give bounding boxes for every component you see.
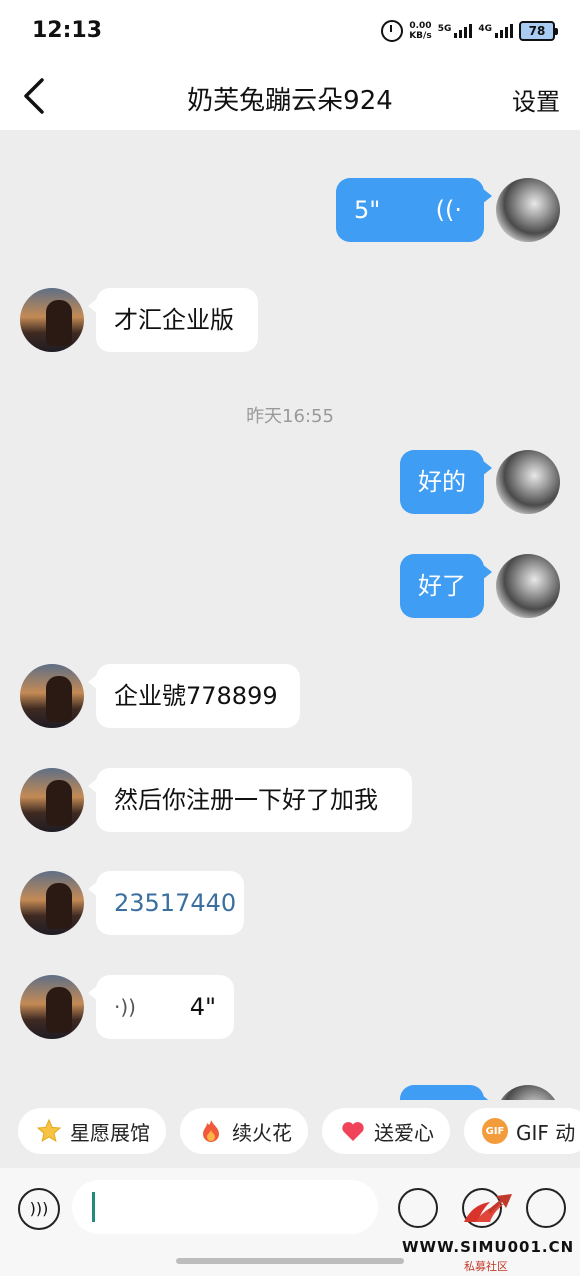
heart-icon (340, 1118, 366, 1144)
self-avatar[interactable] (496, 1085, 560, 1100)
alarm-icon (381, 20, 404, 42)
chip-label: 续火花 (232, 1120, 292, 1145)
quick-actions-bar: 星愿展馆 续火花 送爱心 GIF GIF 动 (0, 1100, 580, 1162)
network-speed-value: 0.00 (409, 21, 432, 31)
network-speed-unit: KB/s (409, 31, 432, 41)
voice-message-outgoing[interactable]: 5" ((· (336, 178, 492, 242)
message-bubble-outgoing[interactable] (400, 1085, 492, 1100)
fire-icon (198, 1118, 224, 1144)
message-text: 才汇企业版 (114, 306, 234, 334)
battery-level: 78 (519, 21, 555, 41)
watermark-logo (464, 1194, 512, 1222)
contact-avatar[interactable] (20, 871, 84, 935)
chip-gif[interactable]: GIF GIF 动 (464, 1108, 580, 1154)
watermark-url: WWW.SIMU001.CN (402, 1238, 575, 1256)
message-bubble-incoming[interactable]: 才汇企业版 (88, 288, 258, 352)
self-avatar[interactable] (496, 178, 560, 242)
message-text: 然后你注册一下好了加我 (114, 786, 378, 814)
message-text: 好了 (418, 572, 466, 600)
voice-duration: 5" (354, 196, 381, 224)
watermark: WWW.SIMU001.CN 私募社区 (402, 1188, 578, 1274)
voice-input-icon[interactable]: ))) (18, 1188, 60, 1230)
self-avatar[interactable] (496, 554, 560, 618)
voice-wave-icon: ·)) (114, 995, 136, 1019)
status-bar: 12:13 0.00 KB/s 5G 4G 78 (0, 0, 580, 62)
chip-label: 送爱心 (374, 1120, 434, 1145)
chip-send-love[interactable]: 送爱心 (322, 1108, 450, 1154)
contact-avatar[interactable] (20, 768, 84, 832)
voice-wave-icon: ((· (435, 196, 462, 224)
message-timestamp: 昨天16:55 (246, 406, 334, 427)
voice-message-incoming[interactable]: ·)) 4" (88, 975, 234, 1039)
voice-duration: 4" (189, 993, 216, 1021)
message-bubble-outgoing[interactable]: 好了 (400, 554, 492, 618)
message-text: 好的 (418, 468, 466, 496)
chip-star-gallery[interactable]: 星愿展馆 (18, 1108, 166, 1154)
text-cursor (92, 1192, 95, 1222)
chip-label: 星愿展馆 (70, 1120, 150, 1145)
signal-4g-icon: 4G (478, 24, 513, 38)
self-avatar[interactable] (496, 450, 560, 514)
message-text: 企业號778899 (114, 682, 278, 710)
message-bubble-outgoing[interactable]: 好的 (400, 450, 492, 514)
chip-continue-spark[interactable]: 续火花 (180, 1108, 308, 1154)
contact-avatar[interactable] (20, 975, 84, 1039)
message-bubble-incoming[interactable]: 企业號778899 (88, 664, 300, 728)
status-time: 12:13 (32, 18, 103, 43)
contact-avatar[interactable] (20, 288, 84, 352)
home-indicator[interactable] (176, 1258, 404, 1264)
battery-icon: 78 (519, 21, 558, 41)
signal-4g-label: 4G (478, 24, 492, 34)
star-icon (36, 1118, 62, 1144)
signal-5g-icon: 5G (438, 24, 473, 38)
settings-button[interactable]: 设置 (512, 82, 560, 117)
message-bubble-incoming[interactable]: 然后你注册一下好了加我 (88, 768, 412, 832)
network-speed: 0.00 KB/s (409, 21, 431, 41)
chat-title: 奶芙兔蹦云朵924 (187, 86, 393, 116)
chat-header: 奶芙兔蹦云朵924 设置 (0, 62, 580, 130)
signal-5g-label: 5G (437, 24, 452, 34)
phone-number-link[interactable]: 23517440 (114, 889, 236, 917)
message-bubble-incoming[interactable]: 23517440 (88, 871, 244, 935)
message-input[interactable] (72, 1180, 378, 1234)
gif-icon: GIF (482, 1118, 508, 1144)
contact-avatar[interactable] (20, 664, 84, 728)
chip-label: GIF 动 (516, 1120, 576, 1145)
chat-messages[interactable]: 5" ((· 才汇企业版 昨天16:55 好的 好了 企业號778899 然后你… (0, 130, 580, 1100)
watermark-subtitle: 私募社区 (464, 1260, 508, 1273)
